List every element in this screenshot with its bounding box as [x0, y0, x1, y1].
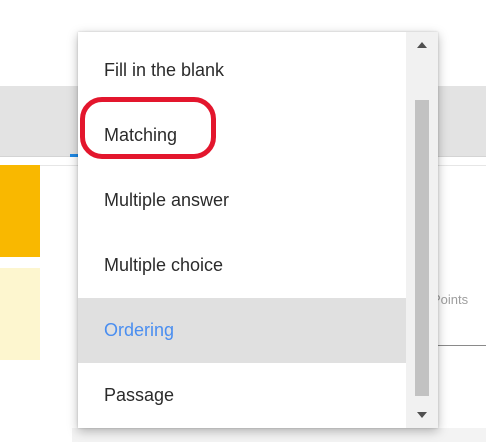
- scroll-up-button[interactable]: [406, 32, 438, 58]
- option-ordering[interactable]: Ordering: [78, 298, 406, 363]
- option-label: Fill in the blank: [104, 60, 225, 80]
- option-fill-in-the-blank[interactable]: Fill in the blank: [78, 38, 406, 103]
- option-passage[interactable]: Passage: [78, 363, 406, 428]
- option-label: Matching: [104, 125, 178, 145]
- points-input[interactable]: [432, 315, 486, 346]
- option-label: Passage: [104, 385, 175, 405]
- content-panel: [72, 428, 486, 442]
- option-multiple-choice[interactable]: Multiple choice: [78, 233, 406, 298]
- option-label: Multiple answer: [104, 190, 230, 210]
- question-color-bar: [0, 165, 40, 257]
- triangle-up-icon: [417, 42, 427, 48]
- option-matching[interactable]: Matching: [78, 103, 406, 168]
- scrollbar[interactable]: [406, 32, 438, 428]
- option-label: Multiple choice: [104, 255, 224, 275]
- scroll-down-button[interactable]: [406, 402, 438, 428]
- question-type-dropdown[interactable]: Fill in the blank Matching Multiple answ…: [78, 32, 438, 428]
- option-label: Ordering: [104, 320, 175, 340]
- option-list: Fill in the blank Matching Multiple answ…: [78, 38, 406, 428]
- scrollbar-thumb[interactable]: [415, 100, 429, 396]
- triangle-down-icon: [417, 412, 427, 418]
- option-multiple-answer[interactable]: Multiple answer: [78, 168, 406, 233]
- question-color-bar-light: [0, 268, 40, 360]
